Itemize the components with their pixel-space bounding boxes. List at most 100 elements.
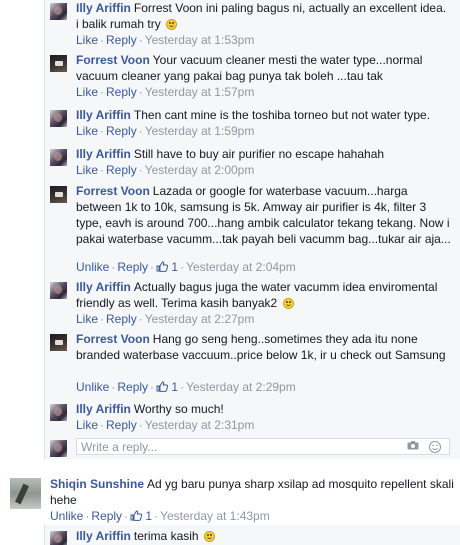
separator: · [100, 33, 105, 47]
avatar[interactable] [50, 282, 67, 299]
reply-body: Illy Ariffin Forrest Voon ini paling bagu… [76, 0, 452, 32]
author-name[interactable]: Forrest Voon [76, 53, 150, 67]
timestamp[interactable]: Yesterday at 2:00pm [145, 163, 255, 177]
reply-body: Forrest Voon Hang go seng heng..sometimes… [76, 331, 452, 363]
avatar[interactable] [50, 55, 67, 72]
timestamp[interactable]: Yesterday at 2:04pm [186, 260, 296, 274]
write-reply-input[interactable] [77, 439, 381, 454]
unlike-link[interactable]: Unlike [76, 380, 109, 394]
reply-actions: Like · Reply · Yesterday at 2:27pm [76, 311, 254, 327]
timestamp[interactable]: Yesterday at 1:59pm [145, 124, 255, 138]
author-name[interactable]: Illy Ariffin [76, 147, 131, 161]
separator: · [138, 312, 143, 326]
like-link[interactable]: Like [76, 163, 98, 177]
timestamp[interactable]: Yesterday at 2:31pm [145, 418, 255, 432]
like-link[interactable]: Like [76, 124, 98, 138]
author-name[interactable]: Illy Ariffin [76, 402, 131, 416]
separator: · [138, 124, 143, 138]
separator: · [180, 260, 185, 274]
like-link[interactable]: Like [76, 33, 98, 47]
reply-body: Forrest Voon Your vacuum cleaner mesti th… [76, 52, 452, 84]
timestamp[interactable]: Yesterday at 2:27pm [145, 312, 255, 326]
reply-text: Still have to buy air purifier no escape… [133, 147, 385, 161]
author-name[interactable]: Shiqin Sunshine [50, 477, 144, 491]
separator: · [138, 418, 143, 432]
avatar[interactable] [10, 478, 41, 509]
avatar [50, 440, 67, 457]
reply-body: Illy Ariffin Still have to buy air purifi… [76, 146, 452, 162]
timestamp[interactable]: Yesterday at 1:57pm [145, 85, 255, 99]
reply-link[interactable]: Reply [117, 380, 148, 394]
smile-emoji-icon [203, 531, 215, 542]
author-name[interactable]: Illy Ariffin [76, 529, 131, 543]
author-name[interactable]: Illy Ariffin [76, 1, 131, 15]
like-link[interactable]: Like [76, 312, 98, 326]
like-count[interactable]: 1 [171, 380, 178, 394]
reply-link[interactable]: Reply [106, 85, 137, 99]
avatar[interactable] [50, 149, 67, 166]
separator: · [124, 509, 129, 523]
reply-link[interactable]: Reply [106, 33, 137, 47]
timestamp[interactable]: Yesterday at 1:43pm [160, 509, 270, 523]
write-reply-row [50, 438, 450, 457]
like-count[interactable]: 1 [145, 509, 152, 523]
write-reply-box[interactable] [76, 438, 450, 455]
reply-text: Then cant mine is the toshiba torneo but… [133, 108, 431, 122]
comment-body: Shiqin Sunshine Ad yg baru punya sharp xs… [50, 476, 455, 508]
author-name[interactable]: Illy Ariffin [76, 280, 131, 294]
avatar[interactable] [50, 110, 67, 127]
author-name[interactable]: Forrest Voon [76, 332, 150, 346]
reply-actions: Unlike · Reply · 1 · Yesterday at 2:04pm [76, 259, 296, 275]
author-name[interactable]: Forrest Voon [76, 184, 150, 198]
like-link[interactable]: Like [76, 85, 98, 99]
separator: · [111, 380, 116, 394]
thumbs-up-icon[interactable] [156, 261, 169, 272]
reply-actions: Like · Reply · Yesterday at 2:31pm [76, 417, 254, 433]
reply-link[interactable]: Reply [106, 312, 137, 326]
reply-link[interactable]: Reply [106, 124, 137, 138]
separator: · [100, 163, 105, 177]
unlike-link[interactable]: Unlike [50, 509, 83, 523]
separator: · [100, 124, 105, 138]
separator: · [180, 380, 185, 394]
avatar[interactable] [50, 404, 67, 421]
reply-link[interactable]: Reply [106, 418, 137, 432]
reply-link[interactable]: Reply [106, 163, 137, 177]
separator: · [150, 380, 155, 394]
avatar[interactable] [50, 334, 67, 351]
reply-text: Forrest Voon ini paling bagus ni, actual… [76, 1, 447, 31]
smile-emoji-icon [282, 298, 294, 309]
thumbs-up-icon[interactable] [130, 510, 143, 521]
like-link[interactable]: Like [76, 418, 98, 432]
separator: · [138, 163, 143, 177]
author-name[interactable]: Illy Ariffin [76, 108, 131, 122]
camera-icon[interactable] [407, 441, 419, 450]
reply-body: Illy Ariffin Then cant mine is the toshib… [76, 107, 452, 123]
separator: · [100, 312, 105, 326]
reply-link[interactable]: Reply [91, 509, 122, 523]
emoticon-icon[interactable] [429, 441, 441, 453]
separator: · [138, 85, 143, 99]
reply-actions: Like · Reply · Yesterday at 2:00pm [76, 162, 254, 178]
reply-body: Forrest Voon Lazada or google for waterba… [76, 183, 452, 247]
reply-actions: Like · Reply · Yesterday at 1:53pm [76, 32, 254, 48]
thumbs-up-icon[interactable] [156, 381, 169, 392]
reply-actions: Like · Reply · Yesterday at 1:57pm [76, 84, 254, 100]
reply-actions: Unlike · Reply · 1 · Yesterday at 2:29pm [76, 379, 296, 395]
avatar[interactable] [50, 531, 67, 545]
timestamp[interactable]: Yesterday at 2:29pm [186, 380, 296, 394]
unlike-link[interactable]: Unlike [76, 260, 109, 274]
reply-thread-continued: Illy Ariffin terima kasih [44, 525, 460, 545]
reply-body: Illy Ariffin Worthy so much! [76, 401, 452, 417]
separator: · [111, 260, 116, 274]
separator: · [154, 509, 159, 523]
timestamp[interactable]: Yesterday at 1:53pm [145, 33, 255, 47]
reply-text: Worthy so much! [133, 402, 224, 416]
separator: · [100, 418, 105, 432]
like-count[interactable]: 1 [171, 260, 178, 274]
reply-link[interactable]: Reply [117, 260, 148, 274]
smile-emoji-icon [166, 19, 178, 30]
avatar[interactable] [50, 186, 67, 203]
separator: · [150, 260, 155, 274]
avatar[interactable] [50, 3, 67, 20]
